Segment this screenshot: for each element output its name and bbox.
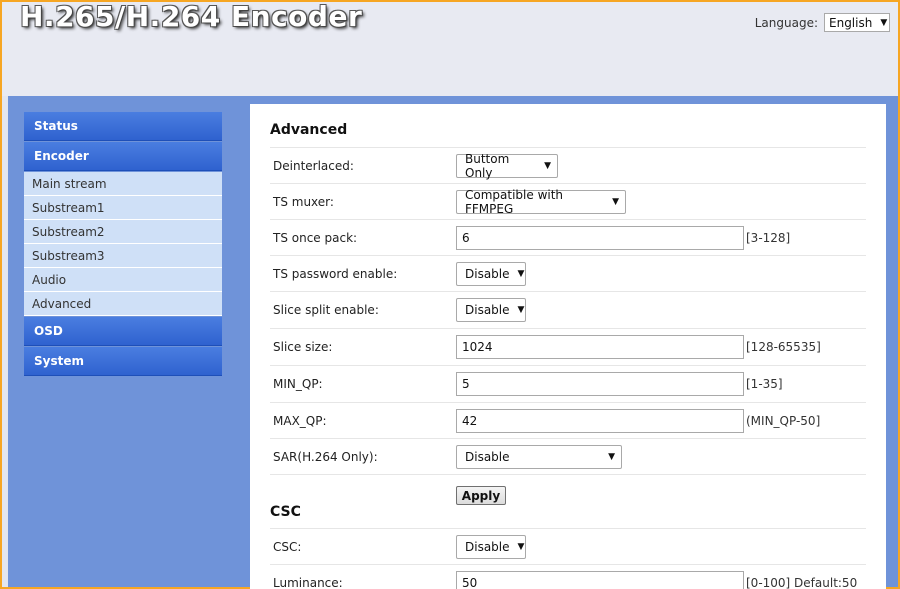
deinterlaced-value: Buttom Only [465, 151, 510, 180]
row-slice-size: Slice size: 1024 [128-65535] [270, 328, 866, 364]
max-qp-hint: (MIN_QP-50] [746, 413, 821, 428]
luminance-input[interactable]: 50 [456, 570, 744, 589]
chevron-down-icon: ▼ [612, 196, 619, 207]
sidebar-item-audio[interactable]: Audio [24, 268, 222, 292]
row-deinterlaced: Deinterlaced: Buttom Only ▼ [270, 147, 866, 183]
min-qp-input[interactable]: 5 [456, 371, 744, 396]
ts-password-value: Disable [465, 266, 510, 281]
sidebar-item-main-stream[interactable]: Main stream [24, 172, 222, 196]
csc-value: Disable [465, 539, 510, 554]
row-luminance: Luminance: 50 [0-100] Default:50 [270, 564, 866, 589]
chevron-down-icon: ▼ [608, 451, 615, 462]
row-slice-split-enable: Slice split enable: Disable ▼ [270, 291, 866, 327]
header: H.265/H.264 Encoder Language: English ▼ [2, 2, 898, 96]
chevron-down-icon: ▼ [880, 17, 888, 28]
slice-size-input[interactable]: 1024 [456, 334, 744, 359]
csc-label: CSC: [273, 539, 302, 554]
slice-size-hint: [128-65535] [746, 339, 821, 354]
row-ts-once-pack: TS once pack: 6 [3-128] [270, 219, 866, 255]
max-qp-label: MAX_QP: [273, 413, 327, 428]
sidebar-item-osd[interactable]: OSD [24, 317, 222, 346]
slice-split-select[interactable]: Disable ▼ [456, 297, 526, 322]
chevron-down-icon: ▼ [517, 268, 525, 279]
row-csc: CSC: Disable ▼ [270, 528, 866, 564]
section-title-advanced: Advanced [270, 122, 348, 138]
ts-once-pack-input[interactable]: 6 [456, 225, 744, 250]
max-qp-input[interactable]: 42 [456, 408, 744, 433]
row-max-qp: MAX_QP: 42 (MIN_QP-50] [270, 402, 866, 438]
sar-select[interactable]: Disable ▼ [456, 444, 622, 469]
row-ts-password-enable: TS password enable: Disable ▼ [270, 255, 866, 291]
language-label: Language: [754, 15, 818, 30]
sar-label: SAR(H.264 Only): [273, 449, 378, 464]
brand-title: H.265/H.264 Encoder [20, 2, 363, 33]
luminance-hint: [0-100] Default:50 [746, 575, 858, 589]
ts-once-pack-label: TS once pack: [273, 230, 358, 245]
ts-muxer-select[interactable]: Compatible with FFMPEG ▼ [456, 187, 626, 216]
ts-once-pack-hint: [3-128] [746, 230, 791, 245]
min-qp-label: MIN_QP: [273, 376, 323, 391]
language-select[interactable]: English ▼ [824, 13, 890, 32]
row-ts-muxer: TS muxer: Compatible with FFMPEG ▼ [270, 183, 866, 219]
row-min-qp: MIN_QP: 5 [1-35] [270, 365, 866, 401]
sidebar-item-advanced[interactable]: Advanced [24, 292, 222, 316]
ts-muxer-value: Compatible with FFMPEG [465, 187, 564, 216]
sidebar-item-encoder[interactable]: Encoder [24, 142, 222, 171]
row-apply [270, 474, 866, 510]
chevron-down-icon: ▼ [517, 304, 525, 315]
section-title-csc: CSC [270, 504, 301, 520]
ts-muxer-label: TS muxer: [273, 194, 334, 209]
deinterlaced-label: Deinterlaced: [273, 158, 354, 173]
apply-button[interactable]: Apply [456, 486, 506, 505]
language-selector: Language: English ▼ [755, 13, 890, 32]
ts-password-select[interactable]: Disable ▼ [456, 261, 526, 286]
chevron-down-icon: ▼ [544, 160, 551, 171]
sidebar: Status Encoder Main stream Substream1 Su… [24, 112, 222, 377]
min-qp-hint: [1-35] [746, 376, 783, 391]
content-panel: Advanced Deinterlaced: Buttom Only ▼ TS … [250, 104, 886, 589]
sidebar-item-substream2[interactable]: Substream2 [24, 220, 222, 244]
sidebar-item-status[interactable]: Status [24, 112, 222, 141]
row-sar: SAR(H.264 Only): Disable ▼ [270, 438, 866, 474]
sidebar-item-substream3[interactable]: Substream3 [24, 244, 222, 268]
slice-size-label: Slice size: [273, 339, 333, 354]
ts-password-label: TS password enable: [273, 266, 398, 281]
deinterlaced-select[interactable]: Buttom Only ▼ [456, 151, 558, 180]
sidebar-item-system[interactable]: System [24, 347, 222, 376]
language-value: English [829, 15, 873, 30]
csc-select[interactable]: Disable ▼ [456, 534, 526, 559]
slice-split-value: Disable [465, 302, 510, 317]
luminance-label: Luminance: [273, 575, 343, 589]
chevron-down-icon: ▼ [517, 541, 525, 552]
slice-split-label: Slice split enable: [273, 302, 379, 317]
sidebar-item-substream1[interactable]: Substream1 [24, 196, 222, 220]
sar-value: Disable [465, 449, 510, 464]
